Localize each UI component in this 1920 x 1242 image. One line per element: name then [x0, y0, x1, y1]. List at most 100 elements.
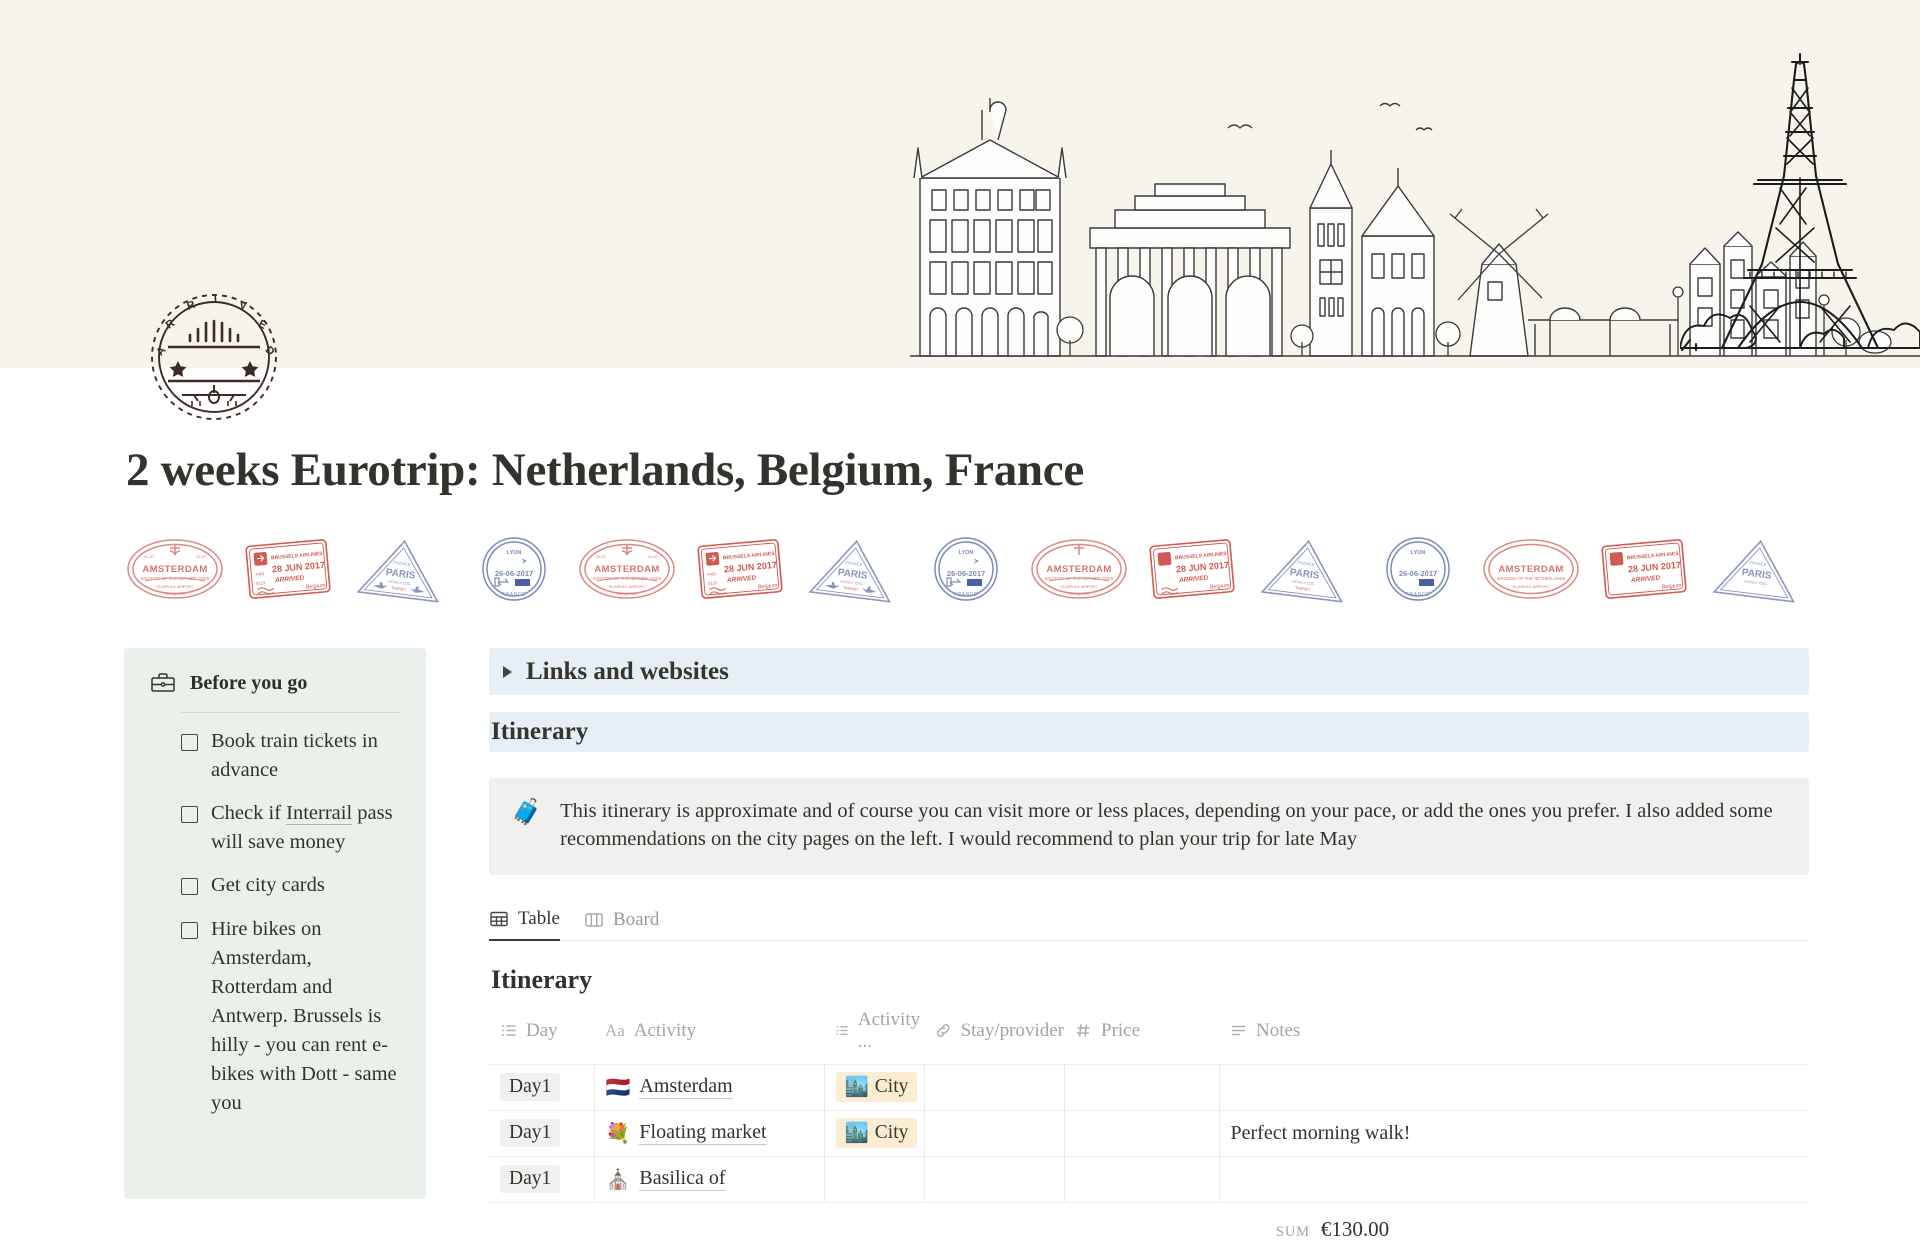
tab-table[interactable]: Table [489, 908, 560, 942]
bouquet-icon: 💐 [605, 1122, 631, 1145]
itinerary-callout: 🧳 This itinerary is approximate and of c… [489, 778, 1809, 875]
cell-price[interactable] [1063, 1109, 1220, 1157]
svg-text:I: I [214, 293, 220, 305]
cell-price[interactable] [1063, 1063, 1220, 1111]
tab-table-label: Table [518, 908, 560, 930]
cell-stay-provider[interactable] [923, 1155, 1065, 1203]
svg-text:ARRIVED: ARRIVED [273, 575, 304, 585]
svg-text:31-07: 31-07 [195, 554, 206, 559]
todo-item[interactable]: Get city cards [181, 871, 400, 900]
stamp-amsterdam: AMSTERDAM KINGDOM OF THE NETHERLANDS SCH… [570, 525, 683, 613]
cell-stay-provider[interactable] [923, 1109, 1065, 1157]
tab-board-label: Board [612, 908, 660, 930]
title-icon: Aa [605, 1020, 625, 1040]
sidebar-heading-label: Before you go [190, 671, 308, 694]
cell-stay-provider[interactable] [923, 1063, 1065, 1111]
svg-text:AMSTERDAM: AMSTERDAM [594, 564, 659, 575]
svg-text:AMSTERDAM: AMSTERDAM [1046, 564, 1111, 575]
sum-label: SUM [1276, 1223, 1310, 1240]
cell-activity[interactable]: ⛪ Basilica of [593, 1155, 825, 1203]
todo-item[interactable]: Hire bikes on Amsterdam, Rotterdam and A… [181, 915, 400, 1119]
svg-text:ARRIVED: ARRIVED [1629, 575, 1660, 585]
before-you-go-sidebar: Before you go Book train tickets in adva… [124, 648, 426, 1199]
svg-text:Immigration: Immigration [1069, 592, 1089, 596]
checkbox[interactable] [181, 734, 198, 751]
svg-text:FRANCE: FRANCE [845, 560, 863, 567]
itinerary-section-header: Itinerary [489, 712, 1809, 752]
board-icon [584, 910, 604, 930]
svg-text:TRANSIT: TRANSIT [1294, 586, 1311, 592]
table-row[interactable]: Day1 💐 Floating market 🏙️ City Perfect mor… [489, 1109, 1809, 1157]
stamp-paris: FRANCE PARIS ROISSY CDG [1700, 525, 1813, 613]
cell-activity[interactable]: 🇳🇱 Amsterdam [593, 1063, 825, 1111]
number-icon [1077, 1024, 1090, 1037]
cell-activity[interactable]: 💐 Floating market [593, 1109, 825, 1157]
arrived-stamp-logo: A R R I V E D [151, 293, 278, 420]
svg-text:4403: 4403 [255, 571, 265, 577]
svg-text:LYON: LYON [1410, 550, 1425, 556]
cell-notes[interactable] [1218, 1155, 1809, 1203]
svg-text:4403: 4403 [707, 571, 717, 577]
todo-item[interactable]: Book train tickets in advance [181, 727, 400, 785]
cell-notes[interactable]: Perfect morning walk! [1218, 1109, 1809, 1157]
cell-notes[interactable] [1218, 1063, 1809, 1111]
table-row[interactable]: Day1 🇳🇱 Amsterdam 🏙️ City [489, 1063, 1809, 1111]
activity-type-tag: 🏙️ City [835, 1072, 918, 1103]
city-icon: 🏙️ [844, 1123, 869, 1145]
stamp-paris: FRANCE PARIS ROISSY CDG TRANSIT [1248, 525, 1361, 613]
todo-label: Hire bikes on Amsterdam, Rotterdam and A… [211, 917, 397, 1115]
stamp-amsterdam: AMSTERDAM KINGDOM OF THE NETHERLANDS SCH… [1474, 525, 1587, 613]
svg-text:R: R [185, 298, 198, 313]
svg-text:31-07: 31-07 [647, 554, 658, 559]
stamp-amsterdam: AMSTERDAM KINGDOM OF THE NETHERLANDS SCH… [118, 525, 231, 613]
cell-day[interactable]: Day1 [489, 1155, 595, 1203]
passport-stamps-strip: AMSTERDAM KINGDOM OF THE NETHERLANDS SCH… [118, 524, 1920, 614]
tab-board[interactable]: Board [584, 909, 659, 940]
sum-value[interactable]: €130.00 [1321, 1217, 1389, 1241]
page-title[interactable]: 2 weeks Eurotrip: Netherlands, Belgium, … [126, 444, 1426, 497]
svg-text:28 JUN 2017: 28 JUN 2017 [1627, 560, 1681, 575]
col-header-day[interactable]: Day [489, 1009, 594, 1065]
database-title[interactable]: Itinerary [491, 965, 1809, 995]
main-content: Links and websites Itinerary 🧳 This itin… [489, 648, 1809, 1241]
todo-item[interactable]: Check if Interrail pass will save money [181, 799, 400, 857]
cell-activity-type[interactable]: 🏙️ City [823, 1063, 925, 1111]
activity-name: Amsterdam [639, 1075, 733, 1100]
col-header-activity-type[interactable]: Activity ... [824, 1009, 924, 1065]
todo-list: Book train tickets in advance Check if I… [150, 727, 400, 1118]
col-header-price[interactable]: Price [1064, 1009, 1219, 1065]
table-row[interactable]: Day1 ⛪ Basilica of [489, 1155, 1809, 1203]
todo-text-before: Check if [211, 802, 287, 825]
svg-text:8123: 8123 [707, 580, 717, 586]
cell-day[interactable]: Day1 [489, 1109, 595, 1157]
col-header-activity[interactable]: Aa Activity [594, 1009, 824, 1065]
col-header-stay-provider[interactable]: Stay/provider [924, 1009, 1064, 1065]
cell-activity-type[interactable]: 🏙️ City [823, 1109, 925, 1157]
select-icon [502, 1025, 516, 1036]
cell-day[interactable]: Day1 [489, 1063, 595, 1111]
table-icon [489, 909, 509, 929]
day-chip: Day1 [500, 1165, 561, 1194]
stamp-paris: FRANCE PARIS ROISSY CDG TRANSIT [796, 525, 909, 613]
cell-price[interactable] [1063, 1155, 1220, 1203]
svg-text:28 JUN 2017: 28 JUN 2017 [271, 560, 325, 575]
svg-text:31-07: 31-07 [143, 554, 154, 559]
links-and-websites-toggle[interactable]: Links and websites [489, 648, 1809, 695]
interrail-link[interactable]: Interrail [286, 802, 353, 826]
svg-text:31-07: 31-07 [595, 554, 606, 559]
stamp-lyon: LYON 26-06-2017 FRANCE [457, 525, 570, 613]
stamp-paris: FRANCE PARIS ROISSY CDG TRANSIT [344, 525, 457, 613]
chevron-right-icon[interactable] [503, 665, 512, 678]
svg-text:FRANCE: FRANCE [1297, 560, 1315, 567]
checkbox[interactable] [181, 921, 198, 939]
eiffel-tower-illustration [1680, 52, 1920, 352]
svg-text:E: E [256, 318, 270, 333]
col-header-notes[interactable]: Notes [1219, 1009, 1809, 1065]
svg-text:TRANSIT: TRANSIT [842, 586, 859, 592]
checkbox[interactable] [181, 806, 198, 824]
checkbox[interactable] [181, 878, 198, 896]
page-cover [0, 0, 1920, 368]
svg-text:SCHIPHOL AIRPORT: SCHIPHOL AIRPORT [1512, 585, 1550, 589]
callout-text: This itinerary is approximate and of cou… [560, 800, 1773, 851]
cell-activity-type[interactable] [823, 1155, 925, 1203]
